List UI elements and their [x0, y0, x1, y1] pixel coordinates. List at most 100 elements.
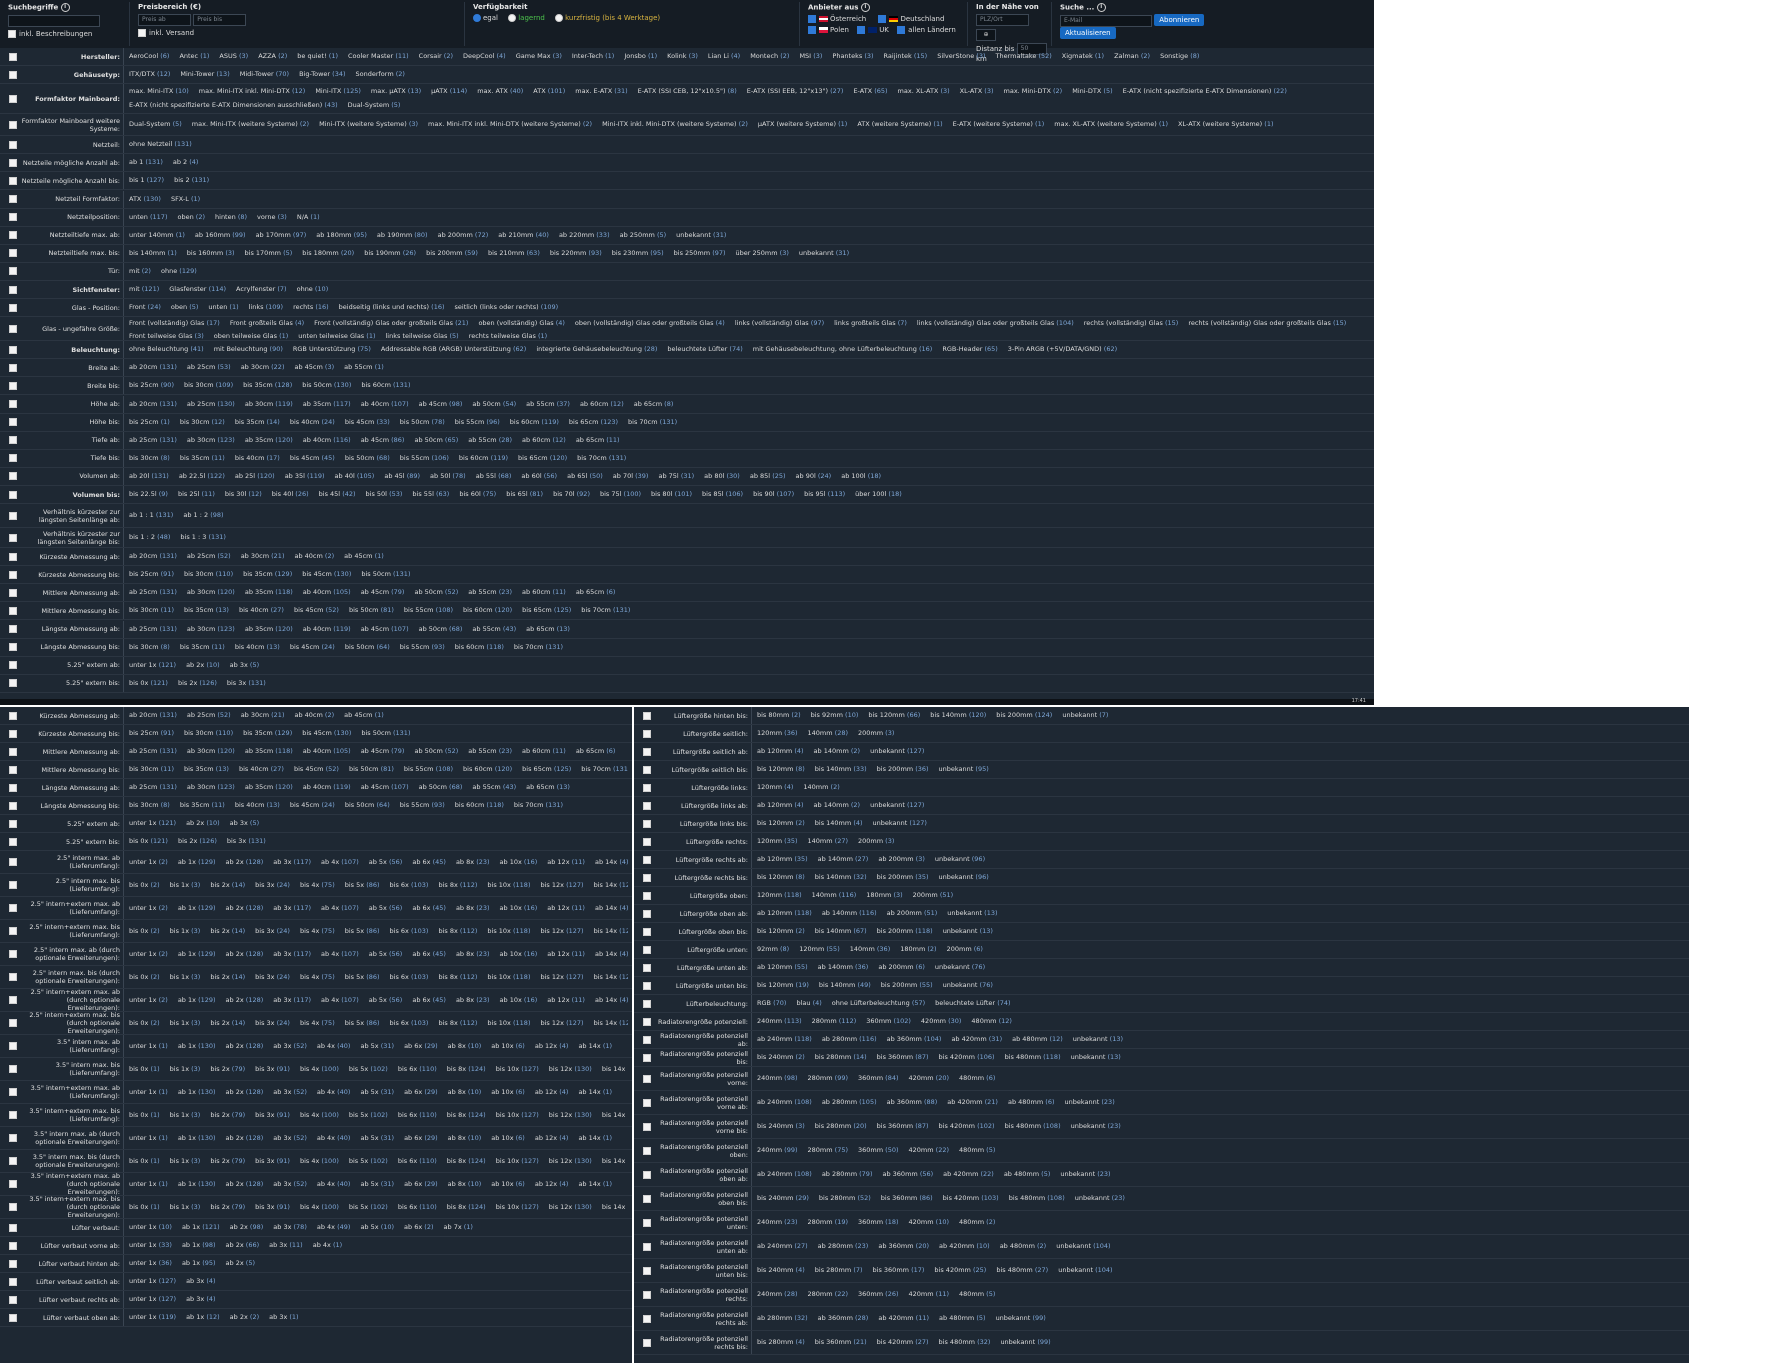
- filter-option[interactable]: ab 4x (40): [317, 1040, 351, 1053]
- filter-row-checkbox[interactable]: [9, 94, 17, 103]
- filter-row-checkbox[interactable]: [9, 1042, 17, 1050]
- filter-option[interactable]: 92mm (8): [757, 943, 789, 956]
- filter-option[interactable]: ab 60cm (12): [580, 398, 624, 411]
- filter-row-checkbox[interactable]: [9, 950, 17, 958]
- filter-option[interactable]: bis 70cm (131): [514, 641, 563, 654]
- filter-option[interactable]: bis 120mm (2): [757, 925, 805, 938]
- filter-option[interactable]: bis 480mm (108): [1009, 1192, 1065, 1205]
- filter-option[interactable]: bis 230mm (95): [612, 247, 664, 260]
- subscribe-button[interactable]: Abonnieren: [1154, 13, 1205, 26]
- filter-row-checkbox[interactable]: [9, 1241, 17, 1250]
- filter-option[interactable]: 280mm (19): [808, 1216, 849, 1229]
- filter-option[interactable]: unter 1x (10): [129, 1221, 172, 1234]
- filter-option[interactable]: ab 3x (52): [273, 1086, 307, 1099]
- filter-option[interactable]: bis 35cm (11): [180, 799, 225, 812]
- filter-row-checkbox[interactable]: [9, 661, 17, 670]
- filter-option[interactable]: hinten (8): [215, 211, 247, 224]
- filter-option[interactable]: bis 5x (102): [349, 1155, 388, 1168]
- filter-row-checkbox[interactable]: [643, 999, 651, 1008]
- filter-option[interactable]: ab 480mm (5): [1004, 1168, 1051, 1181]
- filter-option[interactable]: rechts teilweise Glas (1): [469, 330, 547, 340]
- filter-option[interactable]: µATX (114): [431, 85, 467, 98]
- filter-option[interactable]: bis 3x (91): [255, 1155, 290, 1168]
- filter-option[interactable]: bis 4x (100): [300, 1155, 339, 1168]
- filter-option[interactable]: ab 8x (10): [448, 1040, 482, 1053]
- filter-option[interactable]: bis 0x (1): [129, 1201, 160, 1214]
- filter-option[interactable]: bis 1x (3): [170, 1201, 201, 1214]
- filter-option[interactable]: bis 6x (110): [398, 1109, 437, 1122]
- filter-option[interactable]: ab 30cm (123): [187, 434, 235, 447]
- filter-option[interactable]: ab 30cm (21): [241, 709, 285, 722]
- filter-option[interactable]: bis 25cm (90): [129, 379, 174, 392]
- filter-option[interactable]: über 250mm (3): [736, 247, 789, 260]
- filter-option[interactable]: ab 2x (128): [226, 902, 264, 915]
- filter-option[interactable]: bis 3x (24): [255, 879, 290, 892]
- filter-option[interactable]: bis 45cm (24): [290, 799, 335, 812]
- filter-row-checkbox[interactable]: [9, 588, 17, 597]
- filter-option[interactable]: ab 2x (98): [230, 1221, 264, 1234]
- filter-option[interactable]: bis 60cm (119): [459, 452, 508, 465]
- filter-option[interactable]: blau (4): [796, 997, 821, 1010]
- filter-row-checkbox[interactable]: [9, 303, 17, 312]
- filter-option[interactable]: bis 6x (110): [398, 1063, 437, 1076]
- filter-option[interactable]: ASUS (3): [219, 50, 248, 63]
- filter-option[interactable]: ab 20cm (131): [129, 709, 177, 722]
- filter-option[interactable]: ab 25l (120): [235, 470, 275, 483]
- filter-option[interactable]: ab 2x (128): [226, 1040, 264, 1053]
- filter-option[interactable]: ab 45cm (107): [361, 623, 409, 636]
- filter-option[interactable]: ab 3x (4): [186, 1293, 215, 1306]
- filter-option[interactable]: unbekannt (13): [943, 925, 993, 938]
- filter-row-checkbox[interactable]: [9, 837, 17, 846]
- filter-row-checkbox[interactable]: [9, 436, 17, 445]
- filter-option[interactable]: bis 65cm (120): [518, 452, 567, 465]
- filter-option[interactable]: unter 1x (33): [129, 1239, 172, 1252]
- filter-option[interactable]: bis 30cm (110): [184, 568, 233, 581]
- info-icon[interactable]: i: [60, 3, 70, 12]
- filter-row-checkbox[interactable]: [9, 858, 17, 866]
- filter-option[interactable]: bis 4x (100): [300, 1201, 339, 1214]
- filter-option[interactable]: SilverStone (3): [937, 50, 985, 63]
- filter-option[interactable]: ab 65cm (11): [576, 434, 620, 447]
- filter-option[interactable]: ab 280mm (23): [818, 1240, 869, 1253]
- filter-option[interactable]: 420mm (30): [921, 1015, 962, 1028]
- filter-option[interactable]: bis 90l (107): [753, 488, 794, 501]
- filter-option[interactable]: bis 45cm (52): [294, 604, 339, 617]
- filter-option[interactable]: bis 35cm (13): [184, 763, 229, 776]
- filter-option[interactable]: ITX/DTX (12): [129, 68, 170, 81]
- filter-option[interactable]: bis 70cm (131): [577, 452, 626, 465]
- filter-row-checkbox[interactable]: [9, 1277, 17, 1286]
- filter-option[interactable]: ab 14x (1): [578, 1040, 612, 1053]
- filter-row-checkbox[interactable]: [9, 511, 17, 520]
- filter-option[interactable]: bis 12x (130): [549, 1109, 592, 1122]
- filter-option[interactable]: 360mm (26): [858, 1288, 899, 1301]
- filter-option[interactable]: ab 2x (5): [226, 1257, 255, 1270]
- filter-option[interactable]: ab 35cm (120): [245, 781, 293, 794]
- filter-option[interactable]: bis 3x (24): [255, 925, 290, 938]
- filter-option[interactable]: ab 14x (4): [595, 902, 628, 915]
- filter-row-checkbox[interactable]: [643, 1053, 651, 1062]
- filter-option[interactable]: ab 14x (1): [578, 1086, 612, 1099]
- filter-option[interactable]: bis 2x (79): [210, 1063, 245, 1076]
- filter-row-checkbox[interactable]: [9, 1019, 17, 1027]
- filter-option[interactable]: bis 12x (127): [540, 1017, 583, 1030]
- filter-option[interactable]: beleuchtete Lüfter (74): [935, 997, 1010, 1010]
- seller-at-checkbox[interactable]: [808, 15, 816, 23]
- filter-option[interactable]: bis 55cm (96): [455, 416, 500, 429]
- filter-option[interactable]: ab 5x (56): [369, 994, 403, 1007]
- filter-option[interactable]: bis 140mm (4): [815, 817, 863, 830]
- filter-option[interactable]: RGB-Header (65): [942, 343, 997, 356]
- filter-option[interactable]: ab 40cm (105): [303, 586, 351, 599]
- filter-option[interactable]: vorne (3): [257, 211, 287, 224]
- filter-option[interactable]: bis 0x (2): [129, 879, 160, 892]
- filter-option[interactable]: ab 85l (25): [750, 470, 786, 483]
- filter-option[interactable]: ab 30cm (123): [187, 781, 235, 794]
- filter-option[interactable]: ab 140mm (116): [822, 907, 877, 920]
- filter-option[interactable]: ab 65cm (6): [576, 586, 616, 599]
- filter-option[interactable]: ab 480mm (5): [939, 1312, 986, 1325]
- filter-option[interactable]: bis 140mm (33): [815, 763, 867, 776]
- filter-option[interactable]: bis 5x (102): [349, 1201, 388, 1214]
- filter-row-checkbox[interactable]: [9, 973, 17, 981]
- filter-option[interactable]: unter 1x (2): [129, 902, 168, 915]
- filter-option[interactable]: bis 30cm (110): [184, 727, 233, 740]
- availability-stock-radio[interactable]: [508, 14, 517, 22]
